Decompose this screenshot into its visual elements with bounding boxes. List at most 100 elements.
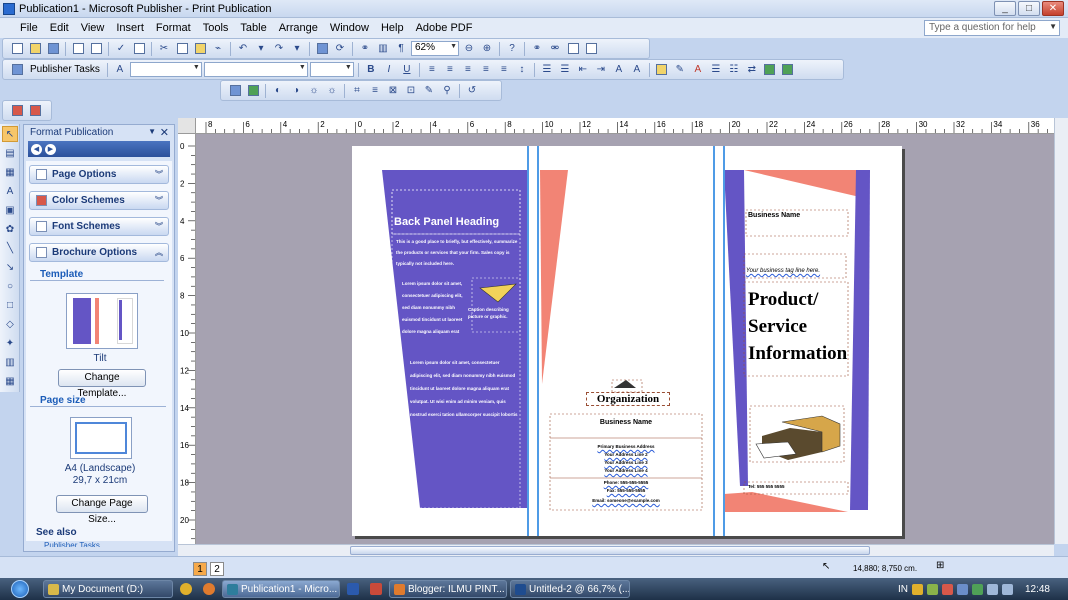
3d-style-icon[interactable] [780,62,796,77]
compress-icon[interactable]: ⊠ [385,83,401,98]
pdf-convert-icon[interactable] [9,103,25,118]
menu-tools[interactable]: Tools [197,22,235,34]
menu-view[interactable]: View [75,22,111,34]
taskbar-app-blogger[interactable]: Blogger: ILMU PINT... [389,580,507,598]
publisher-tasks-button[interactable]: Publisher Tasks [27,64,103,75]
paste-icon[interactable] [192,41,208,56]
vertical-ruler[interactable]: 0 2 4 6 8 10 12 14 16 18 20 [178,134,196,544]
decrease-indent-icon[interactable]: ⇤ [575,62,591,77]
line-icon[interactable]: ╲ [2,240,18,256]
column-guide-2[interactable] [537,146,539,536]
pdf-email-icon[interactable] [27,103,43,118]
select-objects-icon[interactable]: ↖ [2,126,18,142]
tray-app-icon[interactable] [956,583,968,595]
insert-picture-icon[interactable] [227,83,243,98]
change-page-size-button[interactable]: Change Page Size... [56,495,148,525]
close-icon[interactable]: ✕ [160,126,169,139]
chrome-quick-launch[interactable] [176,580,196,598]
line-style-pic-icon[interactable]: ≡ [367,83,383,98]
zoom-out-icon[interactable]: ⊖ [461,41,477,56]
fax-line[interactable]: Fax: 555-555-5555 [550,488,702,493]
page-size-thumbnail[interactable] [70,417,132,459]
print-icon[interactable] [70,41,86,56]
horizontal-scroll-thumb[interactable] [350,546,870,555]
organization-name[interactable]: Organization [586,392,670,406]
hot-spot-icon[interactable]: ✦ [2,335,18,351]
page-2-tab[interactable]: 2 [210,562,224,576]
font-select[interactable]: ▼ [203,62,308,77]
help-search-input[interactable]: Type a question for help ▼ [924,20,1060,36]
section-font-schemes[interactable]: Font Schemes ︾ [29,217,169,236]
menu-file[interactable]: File [14,22,44,34]
address-line-1[interactable]: Primary Business Address [550,444,702,449]
redo-dropdown-icon[interactable]: ▾ [289,41,305,56]
language-indicator[interactable]: IN [898,584,908,595]
cut-icon[interactable]: ✂ [156,41,172,56]
volume-icon[interactable] [1001,583,1013,595]
firefox-quick-launch[interactable] [199,580,219,598]
shadow-style-icon[interactable] [762,62,778,77]
rotate-icon[interactable]: ⟳ [332,41,348,56]
distribute-icon[interactable]: ≡ [496,62,512,77]
network-icon[interactable] [986,583,998,595]
line-style-icon[interactable]: ☰ [708,62,724,77]
align-left-icon[interactable]: ≡ [424,62,440,77]
line-color-icon[interactable]: ✎ [672,62,688,77]
more-contrast-icon[interactable]: ◐ [270,83,286,98]
product-service-title[interactable]: Product/ Service Information [748,286,847,367]
arrow-icon[interactable]: ↘ [2,259,18,275]
research-icon[interactable] [131,41,147,56]
less-contrast-icon[interactable]: ◑ [288,83,304,98]
wordart-icon[interactable]: A [2,183,18,199]
rectangle-icon[interactable]: □ [2,297,18,313]
link-icon[interactable]: ⚭ [529,41,545,56]
clock[interactable]: 12:48 [1025,584,1050,595]
column-guide-4[interactable] [723,146,725,536]
zoom-select[interactable]: 62% ▼ [411,41,459,56]
menu-adobe-pdf[interactable]: Adobe PDF [410,22,479,34]
back-icon[interactable]: ◀ [31,143,42,155]
word-quick-launch[interactable] [343,580,363,598]
menu-table[interactable]: Table [234,22,272,34]
bold-icon[interactable]: B [363,62,379,77]
taskbar-app-photoshop[interactable]: Untitled-2 @ 66,7% (... [510,580,630,598]
address-line-3[interactable]: Your Address Line 3 [550,460,702,465]
minimize-button[interactable]: _ [994,1,1016,16]
underline-icon[interactable]: U [399,62,415,77]
column-guide-3[interactable] [713,146,715,536]
menu-window[interactable]: Window [324,22,375,34]
print-preview-icon[interactable] [88,41,104,56]
more-brightness-icon[interactable]: ☼ [306,83,322,98]
bring-to-front-icon[interactable] [314,41,330,56]
fill-color-icon[interactable] [654,62,670,77]
text-box-back-icon[interactable] [583,41,599,56]
forward-icon[interactable]: ▶ [45,143,56,155]
chevron-down-icon[interactable]: ▼ [148,127,156,136]
unlink-icon[interactable]: ⚮ [547,41,563,56]
align-center-icon[interactable]: ≡ [442,62,458,77]
back-panel-body-continued[interactable]: Lorem ipsum dolor sit amet, consectetuer… [410,356,518,422]
form-control-icon[interactable]: ▦ [2,373,18,389]
column-guide-1[interactable] [527,146,529,536]
app-quick-launch[interactable] [366,580,386,598]
increase-indent-icon[interactable]: ⇥ [593,62,609,77]
undo-dropdown-icon[interactable]: ▾ [253,41,269,56]
reset-picture-icon[interactable]: ↺ [464,83,480,98]
open-icon[interactable] [27,41,43,56]
tray-app-icon[interactable] [926,583,938,595]
help-icon[interactable]: ? [504,41,520,56]
business-tagline[interactable]: Your business tag line here. [746,268,846,274]
color-icon[interactable] [245,83,261,98]
insert-hyperlink-icon[interactable]: ⚭ [357,41,373,56]
clip-art-icon[interactable]: ✿ [2,221,18,237]
spelling-icon[interactable]: ✓ [113,41,129,56]
template-thumbnail[interactable] [66,293,138,349]
line-spacing-icon[interactable]: ↕ [514,62,530,77]
format-painter-icon[interactable]: ⌁ [210,41,226,56]
email-line[interactable]: Email: someone@example.com [550,498,702,503]
menu-edit[interactable]: Edit [44,22,75,34]
dash-style-icon[interactable]: ☷ [726,62,742,77]
zoom-in-icon[interactable]: ⊕ [479,41,495,56]
insert-table-icon[interactable]: ▦ [2,164,18,180]
horizontal-scrollbar[interactable] [178,544,1054,556]
